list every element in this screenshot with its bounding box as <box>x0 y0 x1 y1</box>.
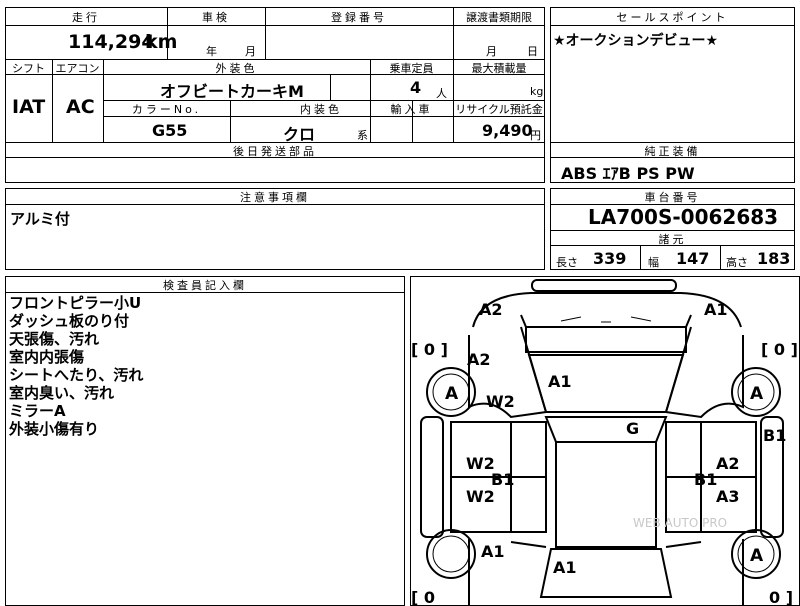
inspector-note: フロントピラー小U <box>9 294 142 312</box>
color-no-label: カラーNo. <box>131 103 202 116</box>
inspector-label: 検査員記入欄 <box>163 279 247 292</box>
height-label: 高さ <box>726 256 748 269</box>
height-value: 183 <box>757 249 791 268</box>
inspector-note: 室内内張傷 <box>9 348 85 366</box>
color-no-value: G55 <box>152 121 188 140</box>
cabin-center <box>555 442 657 548</box>
wheel-rear-left-inner <box>432 535 470 573</box>
wheel-mark-front-right: A <box>750 384 764 404</box>
left-rocker <box>420 416 444 538</box>
length-label: 長さ <box>556 256 578 269</box>
tire-tread-front-left: [ 0 ] <box>411 340 448 359</box>
mileage-unit: km <box>145 31 178 53</box>
right-front-fender <box>664 326 744 419</box>
car-diagram: [ 0 ] [ 0 ] [ 0 0 ] A A A A2 A1 A2 W2 A1… <box>411 279 798 606</box>
inspector-notes: フロントピラー小U ダッシュ板のり付 天張傷、汚れ 室内内張傷 シートへたり、汚… <box>9 294 143 438</box>
transfer-label: 譲渡書類期限 <box>466 11 532 24</box>
caution-label: 注意事項欄 <box>240 191 310 204</box>
width-label: 幅 <box>648 256 659 269</box>
right-rear-fender <box>665 539 744 605</box>
left-window-front <box>510 421 547 478</box>
width-value: 147 <box>676 249 710 268</box>
inspection-year: 年 <box>206 45 217 58</box>
recycle-fee-value: 9,490 <box>482 121 533 140</box>
mileage-value: 114,294 <box>68 31 155 53</box>
equipment-value: ABS ｴｱB PS PW <box>561 164 695 183</box>
sales-point-block <box>550 7 795 143</box>
interior-color-value: クロ <box>283 125 316 144</box>
damage-mark: A1 <box>481 542 505 561</box>
hood-inner <box>525 327 687 353</box>
front-bumper-outline <box>531 279 677 292</box>
transfer-day: 日 <box>527 45 538 58</box>
damage-mark: A3 <box>716 487 740 506</box>
damage-mark: A2 <box>479 300 503 319</box>
sales-point-text: ★オークションデビュー★ <box>553 33 719 49</box>
inspector-note: 外装小傷有り <box>9 420 100 438</box>
damage-mark: G <box>626 419 639 438</box>
specs-label: 諸元 <box>658 233 687 246</box>
damage-diagram-block: [ 0 ] [ 0 ] [ 0 0 ] A A A A2 A1 A2 W2 A1… <box>410 276 800 606</box>
grid-line <box>640 245 641 270</box>
inspector-note: シートへたり、汚れ <box>9 366 144 384</box>
inspector-note: 天張傷、汚れ <box>9 330 100 348</box>
aircon-label: エアコン <box>55 62 100 75</box>
grid-line <box>720 245 721 270</box>
tire-tread-rear-right: 0 ] <box>769 588 793 606</box>
wheel-mark-front-left: A <box>445 384 459 404</box>
wheel-rear-left <box>426 529 476 579</box>
roof-outline <box>544 416 668 443</box>
aircon-value: AC <box>66 96 95 118</box>
damage-mark: A1 <box>553 558 577 577</box>
shift-value: IAT <box>12 96 46 118</box>
seats-value: 4 <box>410 78 422 97</box>
length-value: 339 <box>593 249 627 268</box>
damage-mark: A2 <box>467 350 491 369</box>
seats-unit: 人 <box>436 87 447 100</box>
load-unit: kg <box>530 85 544 98</box>
inspector-note: 室内臭い、汚れ <box>9 384 115 402</box>
damage-mark: A2 <box>716 454 740 473</box>
later-parts-label: 後日発送部品 <box>233 145 317 158</box>
shift-label: シフト <box>12 62 45 75</box>
grid-line <box>5 25 545 26</box>
inspection-month: 月 <box>245 45 256 58</box>
damage-mark: A1 <box>704 300 728 319</box>
wheel-mark-rear-right: A <box>750 546 764 566</box>
tire-tread-front-right: [ 0 ] <box>761 340 798 359</box>
chassis-label: 車台番号 <box>644 191 701 204</box>
chassis-number: LA700S-0062683 <box>588 205 779 229</box>
registration-label: 登録番号 <box>331 11 387 24</box>
tire-tread-rear-left: [ 0 <box>411 588 435 606</box>
damage-mark: B1 <box>694 470 717 489</box>
interior-suffix: 系 <box>357 129 368 142</box>
caution-text: アルミ付 <box>10 210 70 228</box>
seats-label: 乗車定員 <box>389 62 434 75</box>
transfer-month: 月 <box>486 45 497 58</box>
exterior-color-label: 外装色 <box>215 62 258 75</box>
watermark: WEB AUTO PRO <box>633 516 727 530</box>
mileage-label: 走行 <box>72 11 100 24</box>
inspector-note: ダッシュ板のり付 <box>9 312 130 330</box>
load-label: 最大積載量 <box>471 62 527 75</box>
recycle-label: リサイクル預託金 <box>455 103 543 116</box>
damage-mark: W2 <box>466 487 495 506</box>
equipment-label: 純正装備 <box>644 145 701 158</box>
damage-mark: A1 <box>548 372 572 391</box>
sales-point-label: セールスポイント <box>616 11 729 24</box>
damage-mark: B1 <box>763 426 786 445</box>
right-window-front <box>665 421 702 478</box>
recycle-unit: 円 <box>530 129 541 142</box>
grid-line <box>330 74 331 100</box>
left-window-rear <box>510 476 547 533</box>
grid-line <box>550 25 795 26</box>
grille-detail <box>560 316 652 323</box>
import-label: 輸入車 <box>390 103 433 116</box>
damage-mark: W2 <box>486 392 515 411</box>
exterior-color-value: オフビートカーキM <box>160 82 304 101</box>
inspection-label: 車検 <box>202 11 230 24</box>
hood-outline <box>520 314 692 328</box>
inspector-note: ミラーA <box>9 402 66 420</box>
